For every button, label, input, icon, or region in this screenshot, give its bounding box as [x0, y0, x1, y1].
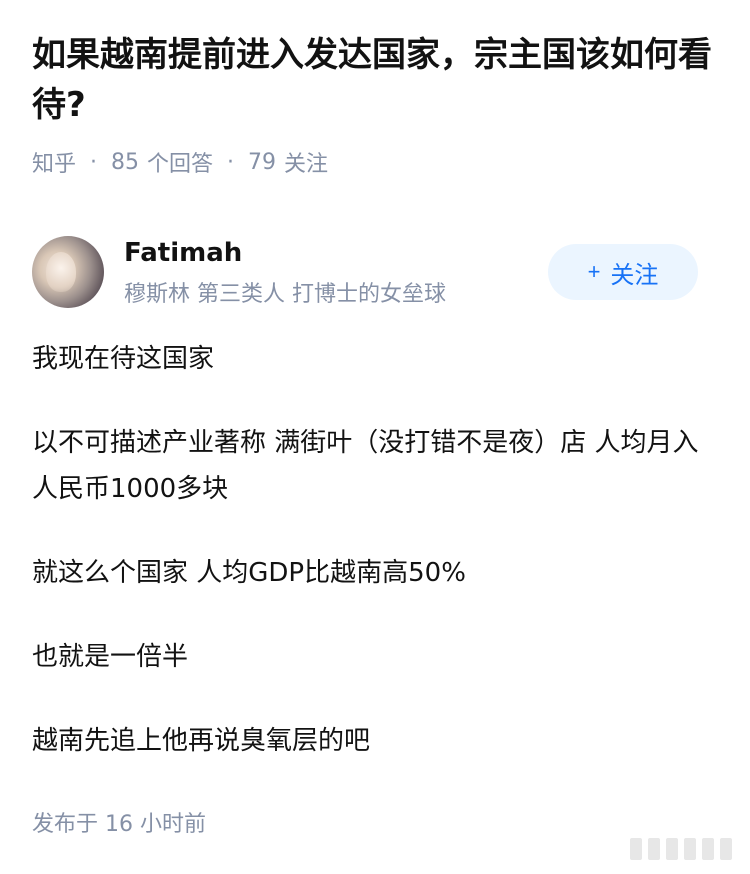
answer-paragraph: 也就是一倍半	[32, 642, 189, 672]
avatar[interactable]	[32, 236, 104, 308]
watermark-bar	[684, 838, 696, 860]
published-value: 16 小时前	[105, 812, 207, 837]
answer-paragraph: 越南先追上他再说臭氧层的吧	[32, 726, 371, 756]
author-row: Fatimah 穆斯林 第三类人 打博士的女垒球 + 关注	[32, 236, 722, 316]
follow-label: 关注	[610, 261, 659, 289]
follow-button[interactable]: + 关注	[548, 244, 698, 300]
answer-content: 我现在待这国家 以不可描述产业著称 满街叶（没打错不是夜）店 人均月入人民币10…	[32, 336, 722, 802]
answer-paragraph: 就这么个国家 人均GDP比越南高50%	[32, 558, 466, 588]
author-bio: 穆斯林 第三类人 打博士的女垒球	[124, 282, 446, 307]
published-label: 发布于	[32, 812, 99, 837]
watermark-bar	[720, 838, 732, 860]
answer-paragraph: 我现在待这国家	[32, 344, 215, 374]
author-name[interactable]: Fatimah	[124, 238, 242, 268]
question-title[interactable]: 如果越南提前进入发达国家，宗主国该如何看待?	[32, 30, 722, 130]
separator-dot: ·	[227, 149, 235, 175]
question-header: 如果越南提前进入发达国家，宗主国该如何看待? 知乎 · 85 个回答 · 79 …	[32, 30, 722, 178]
answers-count: 85	[111, 149, 140, 175]
watermark-bar	[702, 838, 714, 860]
watermark-graphic	[630, 838, 732, 860]
followers-label[interactable]: 关注	[284, 146, 328, 178]
watermark-bar	[630, 838, 642, 860]
plus-icon: +	[587, 259, 601, 284]
question-meta: 知乎 · 85 个回答 · 79 关注	[32, 146, 722, 178]
source-label[interactable]: 知乎	[32, 146, 76, 178]
published-time: 发布于 16 小时前	[32, 806, 206, 838]
avatar-face-graphic	[46, 252, 76, 292]
followers-count: 79	[248, 149, 277, 175]
watermark-bar	[666, 838, 678, 860]
answers-label[interactable]: 个回答	[147, 146, 213, 178]
watermark-bar	[648, 838, 660, 860]
answer-paragraph: 以不可描述产业著称 满街叶（没打错不是夜）店 人均月入人民币1000多块	[32, 428, 699, 504]
separator-dot: ·	[90, 149, 98, 175]
